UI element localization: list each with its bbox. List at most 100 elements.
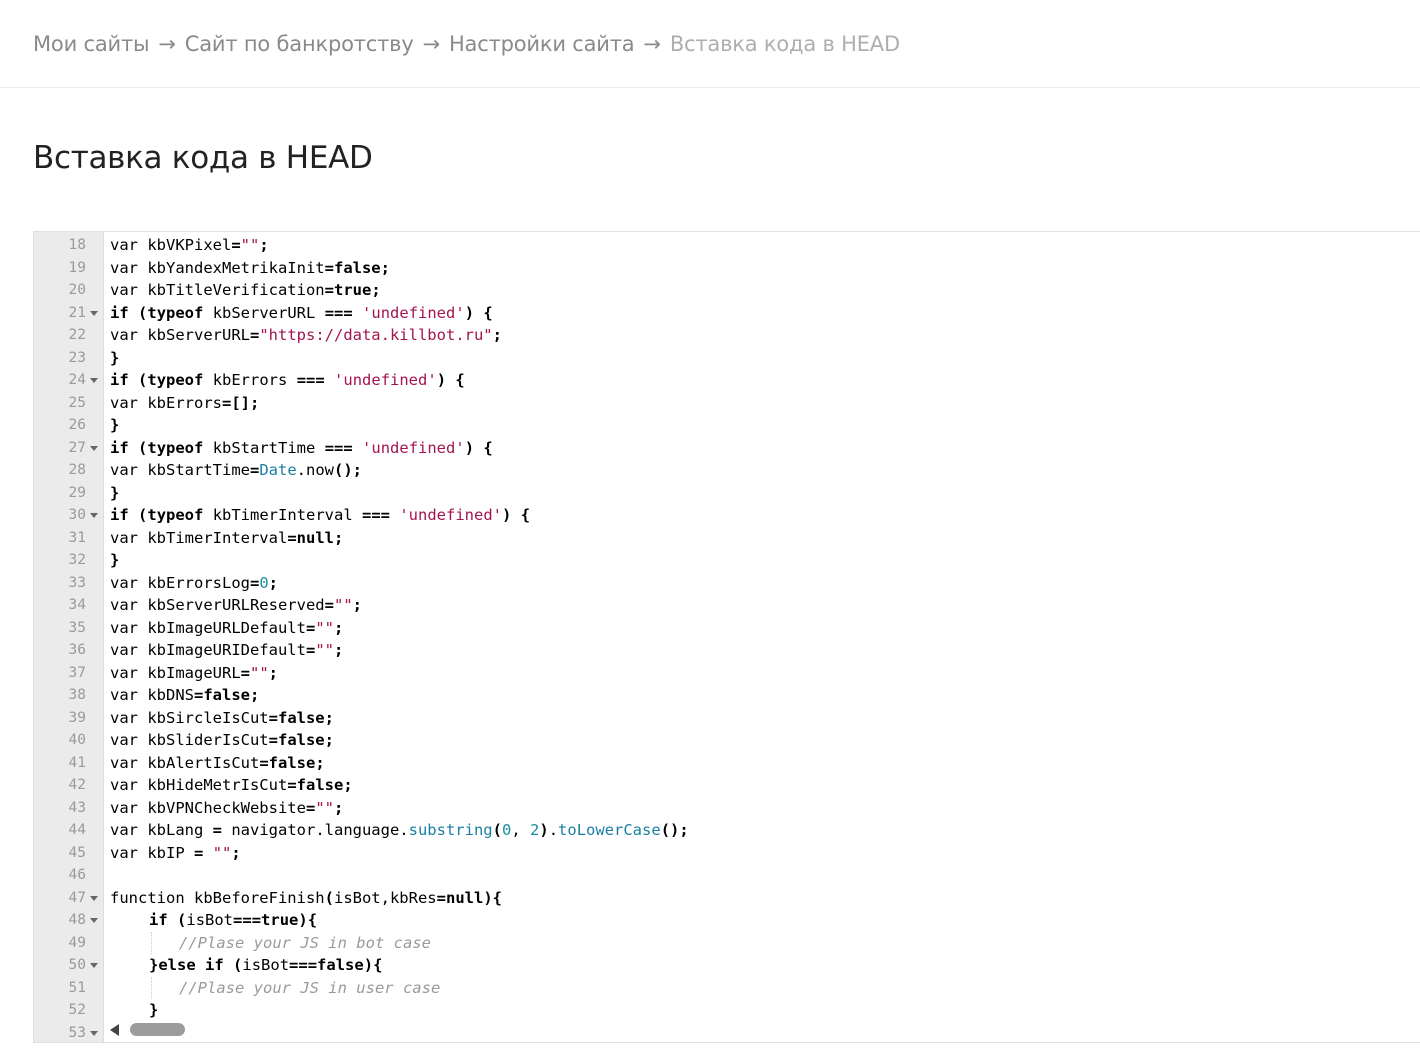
code-text[interactable]: var kbTitleVerification=true; — [110, 279, 381, 302]
breadcrumb-my-sites[interactable]: Мои сайты — [33, 32, 150, 56]
code-text[interactable]: var kbSliderIsCut=false; — [110, 729, 334, 752]
line-number: 22 — [68, 327, 86, 343]
code-text[interactable]: if (typeof kbStartTime === 'undefined') … — [110, 437, 493, 460]
code-line: 27 if (typeof kbStartTime === 'undefined'… — [34, 437, 1420, 460]
code-text[interactable]: }else if (isBot===false){ — [149, 954, 382, 977]
code-text[interactable]: } — [149, 999, 158, 1022]
code-line: 51 //Plase your JS in user case — [34, 976, 1420, 1000]
code-text[interactable]: var kbSircleIsCut=false; — [110, 707, 334, 730]
top-bar: Мои сайты → Сайт по банкротству → Настройки … — [0, 0, 1420, 88]
fold-toggle-icon[interactable] — [90, 918, 98, 923]
fold-toggle-icon[interactable] — [90, 310, 98, 316]
code-text[interactable]: var kbImageURL=""; — [110, 662, 278, 685]
line-number: 32 — [68, 552, 86, 568]
code-text[interactable]: var kbAlertIsCut=false; — [110, 752, 325, 775]
line-number: 51 — [68, 979, 86, 996]
line-number: 18 — [68, 237, 86, 253]
code-text[interactable]: if (typeof kbErrors === 'undefined') { — [110, 369, 465, 392]
code-text[interactable]: var kbImageURIDefault=""; — [110, 639, 343, 662]
fold-toggle-icon[interactable] — [90, 1030, 98, 1036]
code-line: 42 var kbHideMetrIsCut=false; — [34, 774, 1420, 797]
code-line: 39 var kbSircleIsCut=false; — [34, 707, 1420, 730]
code-text[interactable]: var kbIP = ""; — [110, 842, 241, 865]
code-line: 38 var kbDNS=false; — [34, 684, 1420, 707]
code-text[interactable]: var kbServerURL="https://data.killbot.ru… — [110, 324, 502, 347]
line-number: 49 — [68, 934, 86, 951]
line-number: 27 — [68, 439, 86, 456]
horizontal-scrollbar[interactable] — [104, 1022, 1420, 1038]
line-number: 38 — [68, 687, 86, 703]
fold-toggle-icon[interactable] — [90, 513, 98, 518]
code-line: 20 var kbTitleVerification=true; — [34, 279, 1420, 302]
line-number: 24 — [68, 372, 86, 388]
breadcrumb-bankruptcy-site[interactable]: Сайт по банкротству — [185, 32, 414, 56]
code-text[interactable]: var kbDNS=false; — [110, 684, 259, 707]
code-text[interactable]: var kbServerURLReserved=""; — [110, 594, 362, 617]
line-number: 53 — [68, 1024, 86, 1041]
code-text[interactable]: if (isBot===true){ — [149, 909, 317, 932]
code-text[interactable]: } — [110, 482, 119, 505]
code-text[interactable]: } — [110, 347, 119, 370]
code-line: 49 //Plase your JS in bot case — [34, 931, 1420, 955]
code-text[interactable]: function kbBeforeFinish(isBot,kbRes=null… — [110, 887, 502, 910]
code-line: 29} — [34, 482, 1420, 505]
code-line: 22 var kbServerURL="https://data.killbot.… — [34, 324, 1420, 347]
line-number: 45 — [68, 844, 86, 861]
line-number: 39 — [68, 709, 86, 726]
code-line: 36 var kbImageURIDefault=""; — [34, 639, 1420, 662]
line-number: 31 — [68, 529, 86, 546]
code-text[interactable]: if (typeof kbTimerInterval === 'undefine… — [110, 504, 530, 527]
code-text[interactable]: //Plase your JS in bot case — [179, 932, 431, 955]
code-line: 43 var kbVPNCheckWebsite=""; — [34, 797, 1420, 820]
code-line: 44 var kbLang = navigator.language.substr… — [34, 819, 1420, 842]
code-line: 48 if (isBot===true){ — [34, 909, 1420, 932]
line-number: 34 — [68, 597, 86, 613]
line-number: 19 — [68, 259, 86, 276]
code-line: 19 var kbYandexMetrikaInit=false; — [34, 257, 1420, 280]
code-text[interactable]: var kbStartTime=Date.now(); — [110, 459, 362, 482]
line-number: 42 — [68, 777, 86, 793]
fold-toggle-icon[interactable] — [90, 378, 98, 383]
code-text[interactable]: } — [110, 549, 119, 572]
code-text[interactable]: var kbLang = navigator.language.substrin… — [110, 819, 689, 842]
indent-guide — [151, 976, 152, 999]
code-text[interactable]: var kbErrorsLog=0; — [110, 572, 278, 595]
line-number: 43 — [68, 799, 86, 816]
line-number: 33 — [68, 574, 86, 591]
scroll-left-arrow-icon[interactable] — [110, 1024, 119, 1036]
line-number: 36 — [68, 642, 86, 658]
code-line: 31 var kbTimerInterval=null; — [34, 527, 1420, 550]
line-number: 26 — [68, 417, 86, 433]
scrollbar-thumb[interactable] — [130, 1023, 185, 1036]
fold-toggle-icon[interactable] — [90, 895, 98, 901]
line-number: 37 — [68, 664, 86, 681]
code-text[interactable]: var kbTimerInterval=null; — [110, 527, 343, 550]
code-text[interactable]: var kbVKPixel=""; — [110, 234, 269, 257]
code-text[interactable]: var kbErrors=[]; — [110, 392, 259, 415]
code-line: 40 var kbSliderIsCut=false; — [34, 729, 1420, 752]
line-number: 21 — [68, 304, 86, 321]
breadcrumb-site-settings[interactable]: Настройки сайта — [449, 32, 635, 56]
code-text[interactable]: var kbImageURLDefault=""; — [110, 617, 343, 640]
page-title: Вставка кода в HEAD — [33, 140, 373, 176]
code-line: 45 var kbIP = ""; — [34, 842, 1420, 865]
code-line: 33 var kbErrorsLog=0; — [34, 572, 1420, 595]
fold-toggle-icon[interactable] — [90, 963, 98, 968]
breadcrumb-separator: → — [422, 32, 441, 56]
code-line: 23} — [34, 347, 1420, 370]
code-line: 25 var kbErrors=[]; — [34, 392, 1420, 415]
code-text[interactable]: var kbVPNCheckWebsite=""; — [110, 797, 343, 820]
code-text[interactable]: //Plase your JS in user case — [179, 977, 440, 1000]
code-lines: 18 var kbVKPixel=""; 19 var kbYandexMetrika… — [34, 234, 1420, 1042]
code-line: 18 var kbVKPixel=""; — [34, 234, 1420, 257]
code-text[interactable]: var kbHideMetrIsCut=false; — [110, 774, 353, 797]
fold-toggle-icon[interactable] — [90, 445, 98, 451]
code-line: 41 var kbAlertIsCut=false; — [34, 752, 1420, 775]
line-number: 48 — [68, 912, 86, 928]
code-line: 46 — [34, 864, 1420, 887]
code-text[interactable]: var kbYandexMetrikaInit=false; — [110, 257, 390, 280]
code-editor[interactable]: 18 var kbVKPixel=""; 19 var kbYandexMetrika… — [33, 231, 1420, 1043]
code-text[interactable]: if (typeof kbServerURL === 'undefined') … — [110, 302, 493, 325]
code-text[interactable]: } — [110, 414, 119, 437]
line-number: 29 — [68, 484, 86, 501]
